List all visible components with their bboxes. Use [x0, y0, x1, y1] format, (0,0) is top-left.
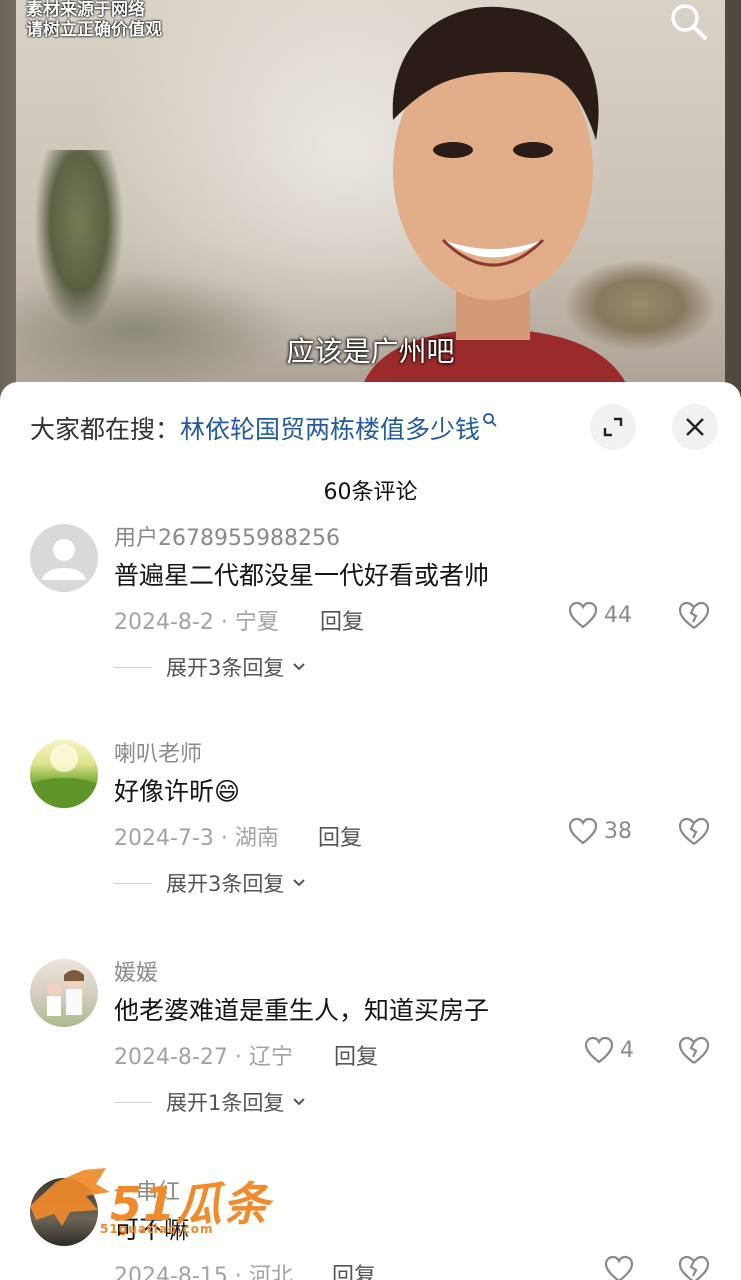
- comment-meta: 2024-8-2 · 宁夏: [114, 610, 279, 635]
- heart-icon: [584, 1036, 614, 1064]
- comment-text: 普遍星二代都没星一代好看或者帅: [114, 561, 490, 590]
- hot-search-bar[interactable]: 大家都在搜：林依轮国贸两栋楼值多少钱: [30, 410, 498, 446]
- chevron-down-icon: [293, 663, 306, 671]
- like-button[interactable]: 4: [584, 1033, 634, 1067]
- comment-meta: 2024-7-3 · 湖南: [114, 826, 279, 851]
- avatar[interactable]: [30, 959, 98, 1027]
- expand-replies-label: 展开3条回复: [166, 656, 285, 680]
- reply-button[interactable]: 回复: [332, 1258, 376, 1280]
- reply-button[interactable]: 回复: [318, 820, 362, 852]
- comment-username[interactable]: 喇叭老师: [114, 736, 202, 768]
- reply-button[interactable]: 回复: [320, 604, 364, 636]
- search-icon[interactable]: [669, 2, 709, 42]
- comment-meta: 2024-8-27 · 辽宁: [114, 1045, 293, 1070]
- heart-icon: [568, 601, 598, 629]
- comment-text: 他老婆难道是重生人，知道买房子: [114, 996, 490, 1025]
- video-subtitle: 应该是广州吧: [286, 335, 455, 368]
- broken-heart-icon[interactable]: [677, 598, 711, 632]
- expand-replies-label: 展开1条回复: [166, 1091, 285, 1115]
- comment-username[interactable]: 媛媛: [114, 955, 158, 987]
- heart-icon: [568, 817, 598, 845]
- broken-heart-icon[interactable]: [677, 1252, 711, 1280]
- broken-heart-icon[interactable]: [677, 814, 711, 848]
- avatar[interactable]: [30, 740, 98, 808]
- video-player[interactable]: 素材来源于网络 请树立正确价值观 应该是广州吧: [0, 0, 741, 400]
- divider: [114, 1101, 152, 1103]
- comment-text: 好像许昕😄: [114, 777, 241, 806]
- close-icon: [686, 418, 704, 436]
- like-count: 44: [604, 602, 632, 628]
- background-plant: [34, 150, 124, 330]
- avatar[interactable]: [30, 524, 98, 592]
- watermark-url: 51guatiao.com: [100, 1222, 214, 1236]
- like-count: 38: [604, 818, 632, 844]
- hot-search-keyword[interactable]: 林依轮国贸两栋楼值多少钱: [180, 415, 480, 444]
- chevron-down-icon: [293, 879, 306, 887]
- broken-heart-icon[interactable]: [677, 1033, 711, 1067]
- divider: [114, 882, 152, 884]
- hot-search-prefix: 大家都在搜：: [30, 415, 181, 444]
- comment-sheet: 大家都在搜：林依轮国贸两栋楼值多少钱 60条评论 用户2678955988256…: [0, 382, 741, 1280]
- expand-replies[interactable]: 展开1条回复: [114, 1087, 308, 1117]
- comment-count: 60条评论: [323, 480, 418, 505]
- search-small-icon: [483, 413, 497, 427]
- expand-button[interactable]: [590, 404, 636, 450]
- like-button[interactable]: [604, 1252, 634, 1280]
- reply-button[interactable]: 回复: [334, 1039, 378, 1071]
- like-count: 4: [620, 1037, 634, 1063]
- heart-icon: [604, 1255, 634, 1280]
- expand-icon: [603, 417, 623, 437]
- source-notice: 素材来源于网络 请树立正确价值观: [26, 0, 162, 40]
- divider: [114, 666, 152, 668]
- expand-replies[interactable]: 展开3条回复: [114, 868, 308, 898]
- like-button[interactable]: 44: [568, 598, 632, 632]
- expand-replies-label: 展开3条回复: [166, 872, 285, 896]
- comment-username[interactable]: 用户2678955988256: [114, 520, 340, 552]
- chevron-down-icon: [293, 1098, 306, 1106]
- comment-meta: 2024-8-15 · 河北: [114, 1264, 293, 1280]
- expand-replies[interactable]: 展开3条回复: [114, 652, 308, 682]
- close-button[interactable]: [672, 404, 718, 450]
- like-button[interactable]: 38: [568, 814, 632, 848]
